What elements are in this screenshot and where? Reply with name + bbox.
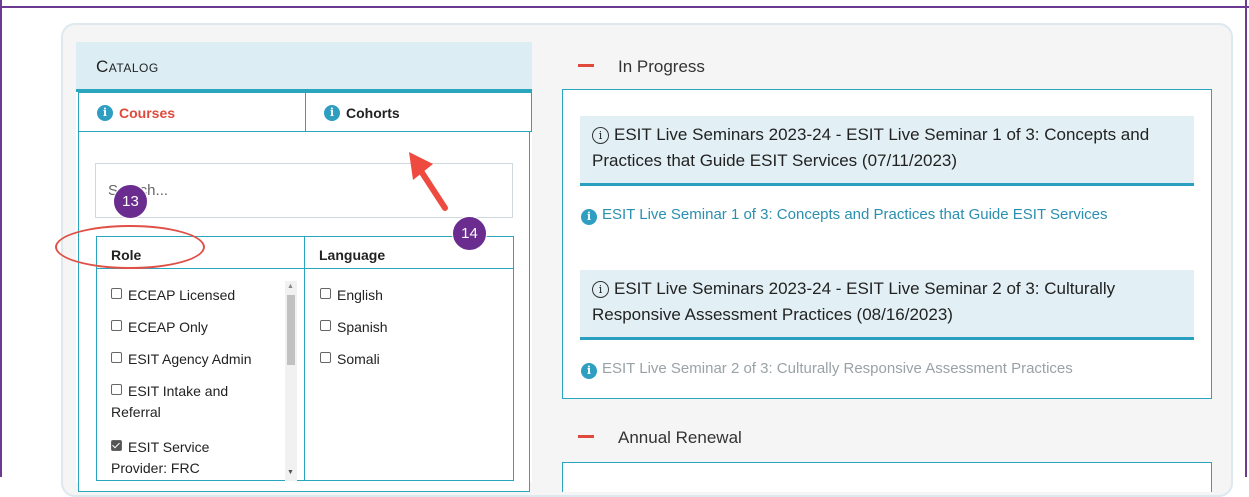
checkbox[interactable] xyxy=(111,352,122,363)
annotation-badge: 13 xyxy=(113,184,148,219)
language-option[interactable]: Spanish xyxy=(320,317,388,338)
checkbox-checked[interactable] xyxy=(111,440,122,451)
course-card-header: i ESIT Live Seminars 2023-24 - ESIT Live … xyxy=(580,116,1194,186)
role-option[interactable]: ESIT Agency Admin xyxy=(111,349,251,370)
info-icon: i xyxy=(97,105,113,121)
role-option[interactable]: ECEAP Only xyxy=(111,317,208,338)
info-outline-icon: i xyxy=(592,127,609,144)
course-link[interactable]: i ESIT Live Seminar 1 of 3: Concepts and … xyxy=(581,202,1181,228)
collapse-icon[interactable] xyxy=(578,64,594,67)
annual-renewal-header[interactable]: Annual Renewal xyxy=(578,428,742,448)
annotation-badge: 14 xyxy=(452,216,487,251)
window-top-border xyxy=(0,6,1249,8)
role-option[interactable]: ESIT Intake and Referral xyxy=(111,381,271,423)
catalog-tabs: i Courses i Cohorts xyxy=(78,92,532,132)
facet-language: Language English Spanish Somali xyxy=(304,236,514,481)
info-outline-icon: i xyxy=(592,281,609,298)
tab-courses-label: Courses xyxy=(119,105,176,121)
info-icon: i xyxy=(581,363,597,379)
annotation-ellipse xyxy=(55,225,205,269)
role-option[interactable]: ECEAP Licensed xyxy=(111,285,235,306)
scroll-up-icon[interactable]: ▲ xyxy=(287,283,294,290)
course-card-header: i ESIT Live Seminars 2023-24 - ESIT Live … xyxy=(580,270,1194,340)
collapse-icon[interactable] xyxy=(578,435,594,438)
course-link-disabled[interactable]: i ESIT Live Seminar 2 of 3: Culturally Re… xyxy=(581,356,1181,382)
info-icon: i xyxy=(581,209,597,225)
info-icon: i xyxy=(324,105,340,121)
checkbox[interactable] xyxy=(320,352,331,363)
annotation-arrow-icon xyxy=(409,152,448,211)
role-option[interactable]: ESIT Service Provider: FRC xyxy=(111,437,261,479)
tab-courses[interactable]: i Courses xyxy=(78,92,305,132)
language-option[interactable]: Somali xyxy=(320,349,380,370)
catalog-title: Catalog xyxy=(96,57,159,76)
tab-cohorts[interactable]: i Cohorts xyxy=(305,92,532,132)
language-option[interactable]: English xyxy=(320,285,383,306)
checkbox[interactable] xyxy=(320,320,331,331)
scroll-down-icon[interactable]: ▼ xyxy=(287,469,294,476)
facet-role: Role ECEAP Licensed ECEAP Only ESIT Agen… xyxy=(96,236,304,481)
tab-cohorts-label: Cohorts xyxy=(346,105,400,121)
role-scrollbar[interactable]: ▲ ▼ xyxy=(285,281,297,481)
annual-renewal-list xyxy=(562,462,1212,492)
checkbox[interactable] xyxy=(111,384,122,395)
scroll-thumb[interactable] xyxy=(287,295,295,365)
annual-renewal-title: Annual Renewal xyxy=(618,428,742,447)
checkbox[interactable] xyxy=(111,320,122,331)
checkbox[interactable] xyxy=(111,288,122,299)
facet-filters: Role ECEAP Licensed ECEAP Only ESIT Agen… xyxy=(96,236,514,481)
in-progress-title: In Progress xyxy=(618,57,705,76)
catalog-header: Catalog xyxy=(76,42,532,92)
in-progress-header[interactable]: In Progress xyxy=(578,57,705,77)
checkbox[interactable] xyxy=(320,288,331,299)
